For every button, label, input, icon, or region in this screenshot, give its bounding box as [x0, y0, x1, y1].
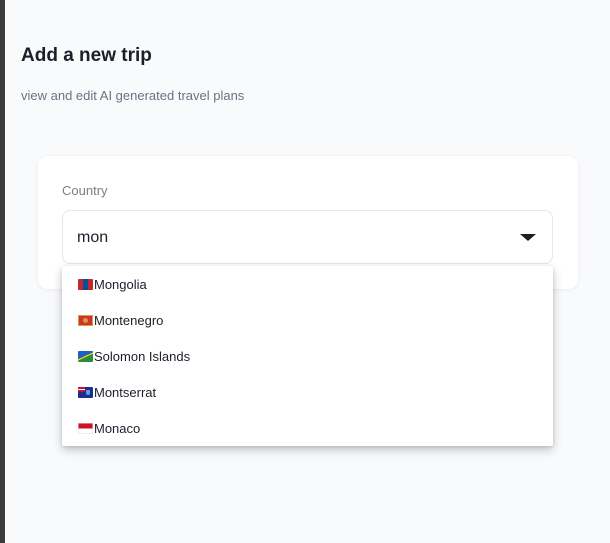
option-label: Mongolia — [94, 276, 147, 292]
option-label: Montserrat — [94, 384, 157, 400]
page-subtitle: view and edit AI generated travel plans — [21, 88, 245, 103]
dropdown-option-montenegro[interactable]: Montenegro — [62, 302, 553, 338]
country-dropdown: Mongolia Montenegro Solomon Islands Mont… — [62, 266, 553, 446]
chevron-down-icon[interactable] — [520, 234, 536, 241]
country-select-value[interactable]: mon — [77, 229, 108, 247]
dropdown-option-monaco[interactable]: Monaco — [62, 410, 553, 446]
page-title: Add a new trip — [21, 45, 152, 66]
option-label: Montenegro — [94, 312, 164, 328]
country-label: Country — [62, 183, 108, 198]
flag-mn-icon — [78, 278, 93, 290]
country-select[interactable]: mon — [62, 210, 553, 264]
window-edge — [0, 0, 5, 543]
option-label: Monaco — [94, 420, 141, 436]
flag-ms-icon — [78, 386, 93, 398]
dropdown-option-solomon-islands[interactable]: Solomon Islands — [62, 338, 553, 374]
dropdown-option-montserrat[interactable]: Montserrat — [62, 374, 553, 410]
option-label: Solomon Islands — [94, 348, 191, 364]
flag-me-icon — [78, 314, 93, 326]
flag-sb-icon — [78, 350, 93, 362]
flag-mc-icon — [78, 422, 93, 434]
dropdown-option-mongolia[interactable]: Mongolia — [62, 266, 553, 302]
